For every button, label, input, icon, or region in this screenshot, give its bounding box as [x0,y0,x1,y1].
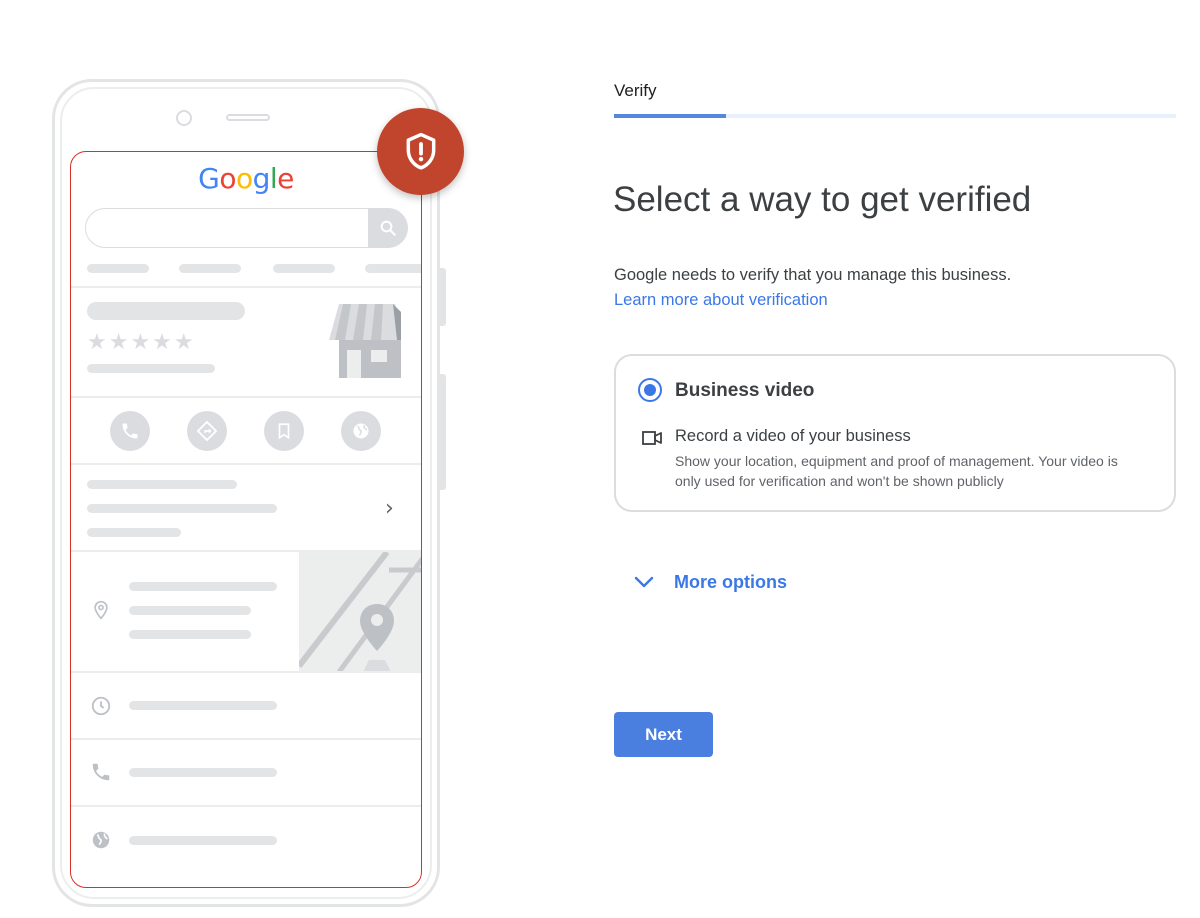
speaker-grille [226,114,270,121]
map-thumbnail [299,552,421,672]
video-camera-icon [642,431,662,445]
placeholder-line [129,582,277,591]
chevron-right-icon: › [385,496,394,521]
camera-icon [176,110,192,126]
placeholder-tab [365,264,421,273]
step-label: Verify [614,81,657,100]
globe-icon [89,828,113,852]
phone-icon [89,760,113,784]
placeholder-line [129,630,251,639]
placeholder-line [129,606,251,615]
directions-icon [187,411,227,451]
location-pin-icon [89,598,113,622]
option-title: Business video [675,380,815,401]
chevron-down-icon [634,576,654,588]
divider [71,805,421,807]
placeholder-business-name [87,302,245,320]
option-detail: Show your location, equipment and proof … [675,453,1118,489]
phone-screen: Google ★★★★★ › [70,151,422,888]
next-button[interactable]: Next [614,712,713,757]
placeholder-line [129,701,277,710]
search-icon [368,208,408,248]
divider [71,463,421,465]
placeholder-tab [273,264,335,273]
placeholder-tab [87,264,149,273]
globe-icon [341,411,381,451]
placeholder-line [87,528,181,537]
divider [71,396,421,398]
page-title: Select a way to get verified [613,180,1032,219]
verification-option-business-video[interactable]: Business video Record a video of your bu… [614,354,1176,512]
shield-alert-icon [377,108,464,195]
more-options-button[interactable]: More options [632,566,787,598]
clock-icon [89,694,113,718]
divider [71,738,421,740]
option-radio[interactable] [638,378,662,402]
placeholder-line [129,836,277,845]
placeholder-line [87,364,215,373]
placeholder-tab [179,264,241,273]
more-options-label: More options [674,571,787,592]
option-subtitle: Record a video of your business [675,427,911,445]
phone-side-button [440,374,446,490]
progress-bar [614,114,727,118]
phone-icon [110,411,150,451]
divider [71,671,421,673]
learn-more-link[interactable]: Learn more about verification [614,291,828,310]
bookmark-icon [264,411,304,451]
placeholder-line [87,504,277,513]
placeholder-line [129,768,277,777]
page-description: Google needs to verify that you manage t… [614,266,1012,284]
radio-selected-dot [644,384,656,396]
storefront-icon [329,304,401,378]
mock-search-bar [85,208,407,248]
google-logo: Google [198,162,294,195]
divider [71,286,421,288]
rating-stars: ★★★★★ [87,330,196,355]
phone-side-button [440,268,446,326]
placeholder-line [87,480,237,489]
